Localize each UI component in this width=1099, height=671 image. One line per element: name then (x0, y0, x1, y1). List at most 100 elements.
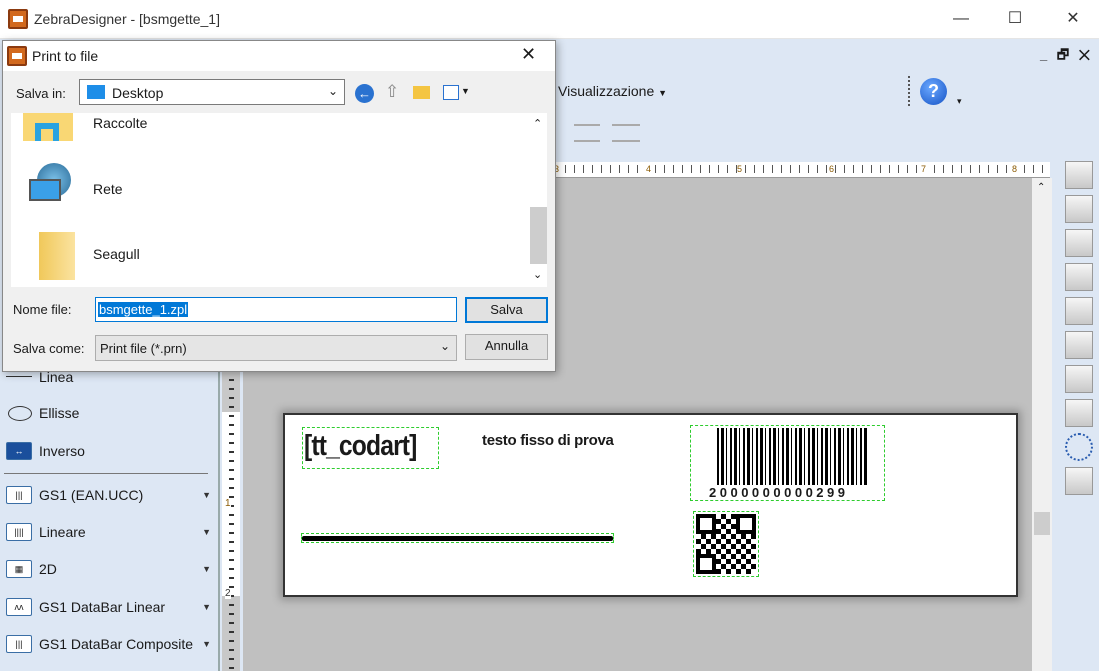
sidebar: Linea Ellisse ↔ Inverso ||| GS1 (EAN.UCC) ▼… (0, 369, 218, 671)
ruler-tick-label: 7 (921, 164, 927, 174)
minimize-button[interactable]: — (938, 0, 984, 38)
chevron-down-icon[interactable]: ▼ (461, 86, 470, 96)
chevron-down-icon[interactable]: ▼ (202, 592, 211, 622)
file-list[interactable]: Raccolte Rete Seagull ⌃ ⌄ (11, 113, 547, 287)
mdi-restore-button[interactable]: 🗗 (1057, 47, 1069, 62)
barcode-icon: ||| (6, 486, 32, 504)
line-object[interactable] (301, 533, 614, 543)
item-name: Rete (93, 181, 123, 197)
collections-icon (23, 113, 73, 141)
ruler-tick-label: 5 (737, 164, 743, 174)
variable-text-object[interactable]: [tt_codart] (302, 427, 439, 469)
sidebar-item-label: 2D (39, 561, 57, 577)
title-bar: ZebraDesigner - [bsmgette_1] — ☐ ✕ (0, 0, 1099, 39)
dialog-title-bar: Print to file ✕ (3, 41, 555, 71)
barcode-icon: |||| (6, 523, 32, 541)
align-right-icon[interactable] (1065, 229, 1093, 257)
app-icon (8, 9, 28, 29)
dialog-close-button[interactable]: ✕ (521, 44, 536, 65)
databar-icon: ᴧᴧ (6, 598, 32, 616)
help-icon[interactable]: ? (920, 78, 947, 105)
view-menu-label: Visualizzazione (558, 83, 655, 99)
app-icon (7, 46, 27, 66)
align-right-icon[interactable] (612, 124, 640, 142)
folder-icon (39, 232, 75, 280)
align-center-icon[interactable] (574, 124, 600, 142)
scrollbar-thumb[interactable] (530, 207, 547, 264)
list-scrollbar[interactable]: ⌃ ⌄ (529, 113, 547, 287)
sidebar-divider (4, 473, 208, 474)
chevron-down-icon: ⌄ (328, 84, 339, 98)
scrollbar-thumb[interactable] (1034, 512, 1050, 535)
sidebar-item-ellipse[interactable]: Ellisse (6, 398, 211, 428)
sidebar-item-label: Lineare (39, 524, 86, 540)
ruler-tick-label: 2 (225, 588, 231, 599)
sidebar-item-databar-linear[interactable]: ᴧᴧ GS1 DataBar Linear ▼ (6, 592, 211, 622)
barcode-object[interactable]: 2000000000299 (690, 425, 885, 501)
sidebar-item-inverse[interactable]: ↔ Inverso (6, 436, 211, 466)
sidebar-splitter[interactable] (218, 370, 220, 671)
list-item[interactable]: Seagull (21, 228, 521, 288)
alignment-toolbar (1060, 155, 1099, 671)
ruler-tick-label: 6 (829, 164, 835, 174)
toolbar-overflow-icon[interactable]: ▾ (957, 96, 962, 107)
chevron-down-icon[interactable]: ▼ (202, 629, 211, 659)
ruler-tick-label: 4 (646, 164, 652, 174)
new-folder-icon[interactable] (413, 86, 430, 99)
chevron-down-icon[interactable]: ▼ (202, 554, 211, 584)
vertical-scrollbar[interactable]: ⌃ (1032, 178, 1052, 671)
ruler-tick-label: 1 (225, 498, 231, 509)
label-area[interactable]: [tt_codart] testo fisso di prova 2000000… (283, 413, 1018, 597)
align-middle-icon[interactable] (1065, 297, 1093, 325)
fixed-text-object[interactable]: testo fisso di prova (482, 432, 614, 449)
save-button[interactable]: Salva (465, 297, 548, 323)
distribute-vertical-icon[interactable] (1065, 399, 1093, 427)
ruler-tick-label: 8 (1012, 164, 1018, 174)
maximize-button[interactable]: ☐ (992, 0, 1038, 38)
scroll-up-icon[interactable]: ⌃ (1037, 182, 1045, 193)
rotate-barcode-icon[interactable] (1065, 467, 1093, 495)
align-top-icon[interactable] (1065, 263, 1093, 291)
sidebar-item-gs1[interactable]: ||| GS1 (EAN.UCC) ▼ (6, 480, 211, 510)
save-in-select[interactable]: Desktop ⌄ (79, 79, 345, 105)
mdi-minimize-button[interactable]: _ (1040, 47, 1047, 62)
save-as-select[interactable]: Print file (*.prn) ⌄ (95, 335, 457, 361)
sidebar-item-linear[interactable]: |||| Lineare ▼ (6, 517, 211, 547)
window-title: ZebraDesigner - [bsmgette_1] (34, 11, 220, 27)
list-item[interactable]: Raccolte (21, 107, 521, 167)
scroll-down-icon[interactable]: ⌄ (533, 268, 542, 281)
cancel-button[interactable]: Annulla (465, 334, 548, 360)
close-button[interactable]: ✕ (1050, 0, 1096, 38)
sidebar-item-label: GS1 DataBar Composite (39, 636, 194, 652)
sidebar-item-databar-composite[interactable]: ||| GS1 DataBar Composite ▼ (6, 629, 211, 659)
align-left-icon[interactable] (1065, 161, 1093, 189)
chevron-down-icon[interactable]: ▼ (202, 517, 211, 547)
distribute-horizontal-icon[interactable] (1065, 365, 1093, 393)
toolbar-separator (908, 76, 910, 106)
chevron-down-icon: ⌄ (440, 339, 451, 353)
sidebar-item-label: GS1 (EAN.UCC) (39, 487, 144, 503)
chevron-down-icon[interactable]: ▼ (202, 480, 211, 510)
align-bottom-icon[interactable] (1065, 331, 1093, 359)
vertical-ruler: 1 2 (222, 370, 240, 671)
ellipse-icon (8, 406, 32, 421)
save-in-value: Desktop (112, 85, 164, 101)
qr-code-object[interactable] (693, 511, 759, 577)
save-as-value: Print file (*.prn) (100, 341, 187, 356)
print-to-file-dialog: Print to file ✕ Salva in: Desktop ⌄ ← ⇧ … (2, 40, 556, 372)
back-icon[interactable]: ← (355, 84, 374, 103)
mdi-close-button[interactable]: ✕ (1079, 47, 1090, 62)
save-as-label: Salva come: (13, 341, 85, 356)
scroll-up-icon[interactable]: ⌃ (533, 117, 542, 130)
align-center-horizontal-icon[interactable] (1065, 195, 1093, 223)
rotate-icon[interactable] (1065, 433, 1093, 461)
view-menu-icon[interactable] (443, 85, 459, 100)
list-item[interactable]: Rete (21, 163, 521, 223)
inverse-icon: ↔ (6, 442, 32, 460)
up-folder-icon[interactable]: ⇧ (385, 82, 399, 102)
view-menu[interactable]: Visualizzazione ▼ (558, 83, 667, 99)
filename-input[interactable]: bsmgette_1.zpl (95, 297, 457, 322)
sidebar-item-2d[interactable]: ▦ 2D ▼ (6, 554, 211, 584)
filename-value: bsmgette_1.zpl (98, 302, 189, 317)
desktop-icon (87, 85, 105, 99)
